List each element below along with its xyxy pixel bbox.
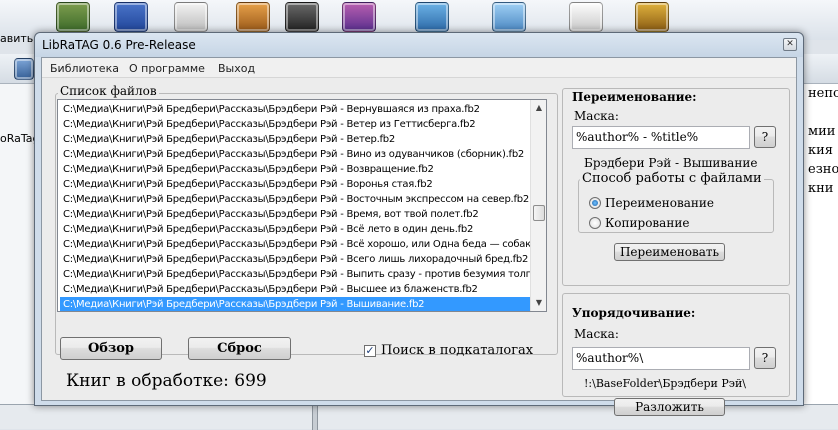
background-text-line: мии	[808, 124, 836, 139]
sort-mask-input[interactable]: %author%\	[572, 347, 750, 370]
scroll-up-icon[interactable]: ▲	[531, 100, 546, 116]
menu-library[interactable]: Библиотека	[50, 62, 119, 75]
file-list[interactable]: С:\Медиа\Книги\Рэй Бредбери\Рассказы\Брэ…	[57, 99, 547, 312]
edit-icon[interactable]	[569, 2, 603, 32]
sort-help-button[interactable]: ?	[754, 347, 776, 369]
scroll-thumb[interactable]	[533, 205, 545, 221]
rename-mask-label: Маска:	[574, 109, 619, 123]
subfolders-label[interactable]: Поиск в подкаталогах	[381, 343, 533, 358]
file-list-scrollbar[interactable]: ▲ ▼	[530, 100, 546, 311]
grid-icon[interactable]	[14, 58, 34, 80]
file-list-item[interactable]: С:\Медиа\Книги\Рэй Бредбери\Рассказы\Брэ…	[60, 102, 530, 117]
sort-mask-label: Маска:	[574, 327, 619, 341]
file-list-item[interactable]: С:\Медиа\Книги\Рэй Бредбери\Рассказы\Брэ…	[60, 252, 530, 267]
mode-copy-label[interactable]: Копирование	[605, 216, 689, 230]
file-list-item[interactable]: С:\Медиа\Книги\Рэй Бредбери\Рассказы\Брэ…	[60, 117, 530, 132]
info-icon[interactable]	[415, 2, 449, 32]
rename-help-button[interactable]: ?	[754, 126, 776, 148]
mode-rename-radio[interactable]	[589, 197, 601, 209]
background-text-line: непо	[808, 86, 838, 101]
checklist-icon[interactable]	[114, 2, 148, 32]
rename-group-label: Переименование:	[570, 90, 699, 104]
book-icon[interactable]	[56, 2, 90, 32]
close-icon[interactable]: ✕	[783, 38, 797, 51]
background-text-line: езно	[808, 162, 838, 177]
mode-rename-label[interactable]: Переименование	[605, 196, 714, 210]
mode-copy-radio[interactable]	[589, 217, 601, 229]
sort-group-label: Упорядочивание:	[570, 306, 698, 320]
file-list-item[interactable]: С:\Медиа\Книги\Рэй Бредбери\Рассказы\Брэ…	[60, 297, 530, 311]
file-list-item[interactable]: С:\Медиа\Книги\Рэй Бредбери\Рассказы\Брэ…	[60, 192, 530, 207]
files-group-label: Список файлов	[58, 84, 159, 98]
file-list-item[interactable]: С:\Медиа\Книги\Рэй Бредбери\Рассказы\Брэ…	[60, 177, 530, 192]
recycle-icon[interactable]	[236, 2, 270, 32]
sort-preview: !:\BaseFolder\Брэдбери Рэй\	[584, 377, 746, 390]
tools-icon[interactable]	[342, 2, 376, 32]
menu-about[interactable]: О программе	[129, 62, 205, 75]
rename-button[interactable]: Переименовать	[614, 243, 725, 261]
subfolders-checkbox[interactable]: ✓	[364, 345, 376, 357]
file-list-item[interactable]: С:\Медиа\Книги\Рэй Бредбери\Рассказы\Брэ…	[60, 222, 530, 237]
window-title: LibRaTAG 0.6 Pre-Release	[42, 38, 196, 52]
archive-icon[interactable]	[635, 2, 669, 32]
menu-exit[interactable]: Выход	[218, 62, 255, 75]
background-toolbar-label: авить	[0, 32, 34, 45]
browse-button[interactable]: Обзор	[60, 337, 162, 360]
glasses-icon[interactable]	[174, 2, 208, 32]
file-list-item[interactable]: С:\Медиа\Книги\Рэй Бредбери\Рассказы\Брэ…	[60, 282, 530, 297]
dialog-titlebar[interactable]: LibRaTAG 0.6 Pre-Release ✕	[35, 33, 803, 57]
background-splitter[interactable]	[312, 405, 318, 430]
binoculars-icon[interactable]	[285, 2, 319, 32]
document-icon[interactable]	[492, 2, 526, 32]
background-text-line: кия	[808, 143, 833, 158]
reset-button[interactable]: Сброс	[188, 337, 291, 360]
rename-mask-input[interactable]: %author% - %title%	[572, 126, 750, 149]
librataq-dialog: LibRaTAG 0.6 Pre-Release ✕ Библиотека О …	[34, 32, 804, 416]
scroll-down-icon[interactable]: ▼	[531, 295, 546, 311]
books-count: Книг в обработке: 699	[66, 371, 267, 391]
file-list-item[interactable]: С:\Медиа\Книги\Рэй Бредбери\Рассказы\Брэ…	[60, 237, 530, 252]
file-mode-label: Способ работы с файлами	[580, 171, 764, 186]
file-list-item[interactable]: С:\Медиа\Книги\Рэй Бредбери\Рассказы\Брэ…	[60, 147, 530, 162]
menu-bar: Библиотека О программе Выход	[42, 58, 796, 78]
background-right-panel: непо мии кия езно кни	[800, 84, 838, 404]
file-list-item[interactable]: С:\Медиа\Книги\Рэй Бредбери\Рассказы\Брэ…	[60, 162, 530, 177]
file-list-item[interactable]: С:\Медиа\Книги\Рэй Бредбери\Рассказы\Брэ…	[60, 207, 530, 222]
dialog-client: Библиотека О программе Выход Список файл…	[41, 57, 797, 416]
file-list-item[interactable]: С:\Медиа\Книги\Рэй Бредбери\Рассказы\Брэ…	[60, 267, 530, 282]
background-text-line	[808, 103, 838, 122]
rename-preview: Брэдбери Рэй - Вышивание	[584, 156, 758, 170]
background-text-line: кни	[808, 181, 834, 196]
file-list-item[interactable]: С:\Медиа\Книги\Рэй Бредбери\Рассказы\Брэ…	[60, 132, 530, 147]
sort-button[interactable]: Разложить	[614, 398, 725, 416]
